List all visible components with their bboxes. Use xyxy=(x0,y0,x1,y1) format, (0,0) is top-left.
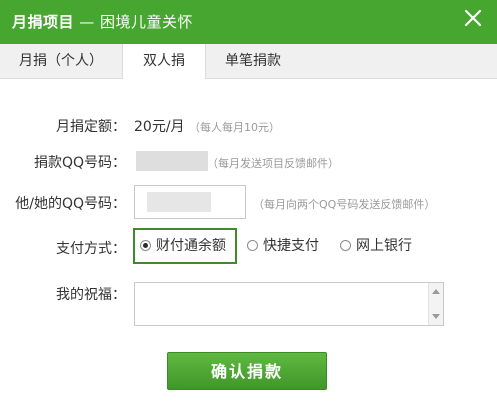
payment-label: 支付方式： xyxy=(56,241,126,257)
partner-qq-hint: （每月向两个QQ号码发送反馈邮件） xyxy=(253,198,436,211)
confirm-donation-button[interactable]: 确认捐款 xyxy=(167,352,327,390)
donor-qq-label: 捐款QQ号码： xyxy=(33,155,126,171)
amount-hint: （每人每月10元） xyxy=(189,121,280,134)
donor-qq-hint: （每月发送项目反馈邮件） xyxy=(207,157,339,170)
wishes-textarea[interactable] xyxy=(134,282,444,326)
payment-option-quickpay[interactable]: 快捷支付 xyxy=(247,236,319,256)
partner-qq-input[interactable] xyxy=(134,185,246,219)
payment-option-netbank[interactable]: 网上银行 xyxy=(340,236,412,256)
scroll-down-icon[interactable] xyxy=(432,314,440,319)
payment-option-tenpay[interactable]: 财付通余额 xyxy=(140,236,226,256)
close-icon[interactable] xyxy=(461,6,485,30)
scroll-up-icon[interactable] xyxy=(432,289,440,294)
partner-qq-masked-content xyxy=(147,192,211,212)
tab-single-donation[interactable]: 单笔捐款 xyxy=(205,44,301,78)
dialog-title-main: 月捐项目 xyxy=(12,13,75,31)
radio-unchecked-icon[interactable] xyxy=(340,240,351,251)
wishes-scrollbar[interactable] xyxy=(428,283,443,325)
dialog-title-bar: 月捐项目 — 困境儿童关怀 xyxy=(0,0,497,44)
tab-double-donation[interactable]: 双人捐 xyxy=(122,44,206,79)
radio-checked-icon[interactable] xyxy=(140,240,151,251)
payment-option-label: 财付通余额 xyxy=(156,238,226,254)
amount-value: 20元/月 xyxy=(134,119,185,135)
donor-qq-value-masked xyxy=(136,151,208,171)
partner-qq-label: 他/她的QQ号码： xyxy=(15,196,126,212)
radio-unchecked-icon[interactable] xyxy=(247,240,258,251)
tab-monthly-personal[interactable]: 月捐（个人） xyxy=(0,44,122,78)
wishes-label: 我的祝福： xyxy=(56,287,126,303)
tab-bar: 月捐（个人） 双人捐 单笔捐款 xyxy=(0,44,497,79)
payment-option-label: 快捷支付 xyxy=(263,238,319,254)
dialog-title-sub: — 困境儿童关怀 xyxy=(74,13,194,31)
payment-option-label: 网上银行 xyxy=(356,238,412,254)
dialog-title: 月捐项目 — 困境儿童关怀 xyxy=(12,11,193,32)
amount-label: 月捐定额： xyxy=(56,119,126,135)
